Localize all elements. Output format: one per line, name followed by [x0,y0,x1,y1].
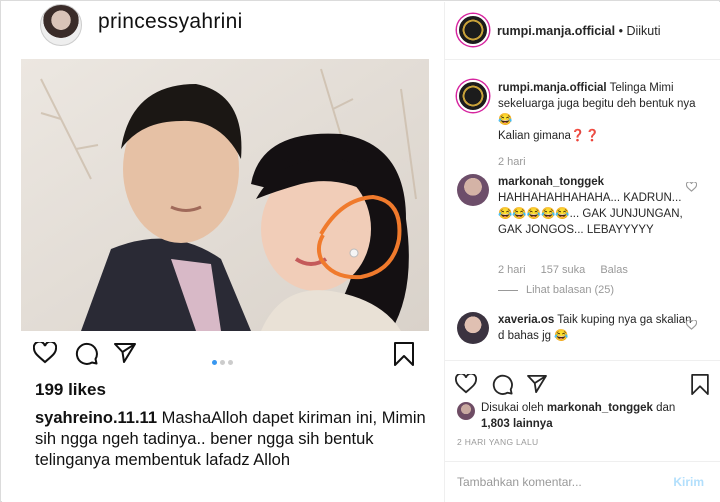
caption-avatar[interactable] [457,80,489,112]
post-header: rumpi.manja.official • Diikuti [445,2,720,60]
carousel-dot-active [212,360,217,365]
liked-by-avatar[interactable] [457,402,475,420]
embedded-avatar [40,4,82,46]
embedded-photo [21,59,429,331]
liked-by-user[interactable]: markonah_tonggek [547,402,653,414]
commenter-avatar[interactable] [457,174,489,206]
comment-like-icon[interactable] [686,320,697,330]
add-comment-form: Tambahkan komentar... Kirim [445,461,720,502]
post-sidebar: rumpi.manja.official • Diikuti rumpi.man… [445,2,720,502]
embedded-likes: 199 likes [35,380,106,399]
comment-username[interactable]: markonah_tonggek [498,176,604,188]
comment-icon[interactable] [492,374,513,395]
comment-text: HAHHAHAHHAHAHA... KADRUN... 😂😂😂😂😂... GAK… [498,192,683,236]
carousel-dot [228,360,233,365]
comment-input[interactable]: Tambahkan komentar... [457,475,582,489]
liked-by-text: Disukai oleh markonah_tonggek dan 1,803 … [481,400,711,432]
liked-by-prefix: Disukai oleh [481,402,544,414]
post-time[interactable]: 2 HARI YANG LALU [457,437,539,447]
post-image[interactable]: princessyahrini 199 likes syahreino.11.1… [2,2,444,502]
comment-likes[interactable]: 157 suka [541,264,586,276]
reply-button[interactable]: Balas [600,264,628,276]
embedded-username: princessyahrini [98,10,243,33]
embedded-post-header: princessyahrini [2,2,444,52]
caption-username[interactable]: rumpi.manja.official [498,82,607,94]
embedded-caption-user: syahreino.11.11 [35,409,158,427]
view-replies-line [498,289,518,291]
carousel-indicator [212,352,236,370]
author-avatar[interactable] [457,14,489,46]
commenter-avatar[interactable] [457,312,489,344]
liked-by-others[interactable]: 1,803 lainnya [481,418,553,430]
bookmark-icon [394,342,414,366]
comment-body: xaveria.os Taik kuping nya ga skalian d … [498,312,698,344]
bookmark-icon[interactable] [691,374,709,395]
comment-meta: 2 hari 157 suka Balas [498,262,640,278]
caption-time[interactable]: 2 hari [498,154,526,170]
embedded-caption: syahreino.11.11 MashaAlloh dapet kiriman… [35,408,430,471]
view-replies-label[interactable]: Lihat balasan (25) [526,284,614,296]
comment-body: markonah_tonggek HAHHAHAHHAHAHA... KADRUN… [498,174,698,238]
comment-time[interactable]: 2 hari [498,264,526,276]
heart-icon [33,342,57,364]
post-comment-button[interactable]: Kirim [673,475,704,489]
comment-icon [75,342,98,365]
share-icon[interactable] [527,375,547,393]
header-separator: • [618,24,623,38]
view-replies[interactable]: Lihat balasan (25) [498,282,614,298]
comment-like-icon[interactable] [686,182,697,192]
post-modal: princessyahrini 199 likes syahreino.11.1… [0,0,720,502]
caption-body: rumpi.manja.official Telinga Mimi sekelu… [498,80,698,144]
author-username[interactable]: rumpi.manja.official [497,24,615,38]
follow-button[interactable]: Diikuti [626,24,660,38]
heart-icon[interactable] [455,374,477,394]
comment-username[interactable]: xaveria.os [498,314,554,326]
author-header: rumpi.manja.official • Diikuti [497,24,661,38]
liked-by-joiner: dan [656,402,676,414]
carousel-dot [220,360,225,365]
share-icon [114,343,136,363]
